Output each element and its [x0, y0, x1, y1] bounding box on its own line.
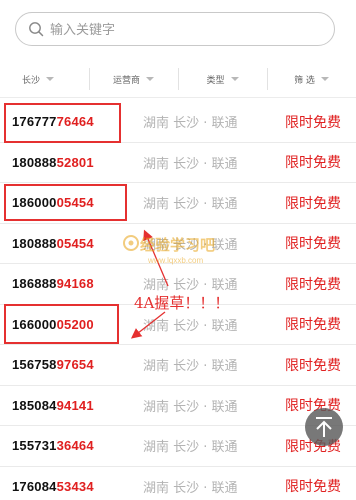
location-text: 湖南 长沙 · 联通: [143, 156, 238, 172]
filter-bar: 长沙 运营商 类型 筛 选: [0, 60, 356, 98]
search-input[interactable]: [50, 19, 320, 41]
annotation-text: 4A握草！！！: [134, 294, 230, 312]
caret-down-icon: [230, 77, 239, 81]
arrow-up-to-top-icon: [316, 417, 332, 437]
location-text: 湖南 长沙 · 联通: [143, 197, 238, 213]
search-bar[interactable]: [15, 12, 335, 46]
watermark-title: 经验学习吧: [140, 236, 216, 254]
filter-more-label: 筛 选: [294, 75, 315, 86]
filter-carrier[interactable]: 运营商: [89, 60, 178, 98]
list-item[interactable]: 18088852801 湖南 长沙 · 联通 限时免费: [0, 143, 356, 183]
highlight-box: [4, 304, 119, 344]
watermark-url: www.lqxxb.com: [148, 256, 204, 265]
filter-type-label: 类型: [206, 75, 225, 86]
price-label: 限时免费: [285, 276, 341, 293]
back-to-top-button[interactable]: [305, 408, 343, 446]
phone-number: 18688894168: [12, 276, 94, 292]
filter-city[interactable]: 长沙: [0, 60, 89, 98]
location-text: 湖南 长沙 · 联通: [143, 399, 238, 415]
price-label: 限时免费: [285, 155, 341, 172]
highlight-box: [4, 103, 121, 143]
list-item[interactable]: 17608453434 湖南 长沙 · 联通 限时免费: [0, 467, 356, 500]
location-text: 湖南 长沙 · 联通: [143, 278, 238, 294]
list-item[interactable]: 15573136464 湖南 长沙 · 联通 限时免费: [0, 426, 356, 467]
caret-down-icon: [46, 77, 55, 81]
phone-number: 15573136464: [12, 438, 94, 454]
location-text: 湖南 长沙 · 联通: [143, 116, 238, 132]
phone-number: 18088852801: [12, 154, 94, 170]
list-item[interactable]: 18508494141 湖南 长沙 · 联通 限时免费: [0, 386, 356, 426]
location-text: 湖南 长沙 · 联通: [143, 440, 238, 456]
watermark-logo-icon: [123, 235, 139, 251]
price-label: 限时免费: [285, 114, 341, 131]
filter-carrier-label: 运营商: [112, 75, 140, 86]
phone-number: 17608453434: [12, 478, 94, 494]
price-label: 限时免费: [285, 236, 341, 253]
phone-number: 15675897654: [12, 357, 94, 373]
price-label: 限时免费: [285, 357, 341, 374]
phone-number: 18088805454: [12, 235, 94, 251]
price-label: 限时免费: [285, 317, 341, 334]
price-label: 限时免费: [285, 195, 341, 212]
filter-type[interactable]: 类型: [178, 60, 267, 98]
location-text: 湖南 长沙 · 联通: [143, 318, 238, 334]
phone-number: 18508494141: [12, 397, 94, 413]
price-label: 限时免费: [285, 479, 341, 496]
highlight-box: [4, 184, 127, 221]
location-text: 湖南 长沙 · 联通: [143, 480, 238, 496]
location-text: 湖南 长沙 · 联通: [143, 359, 238, 375]
list-item[interactable]: 15675897654 湖南 长沙 · 联通 限时免费: [0, 345, 356, 386]
filter-more[interactable]: 筛 选: [267, 60, 356, 98]
caret-down-icon: [146, 77, 154, 81]
filter-city-label: 长沙: [22, 75, 41, 86]
site-watermark: 经验学习吧 www.lqxxb.com: [120, 232, 240, 272]
search-icon: [29, 22, 44, 37]
caret-down-icon: [320, 77, 329, 81]
